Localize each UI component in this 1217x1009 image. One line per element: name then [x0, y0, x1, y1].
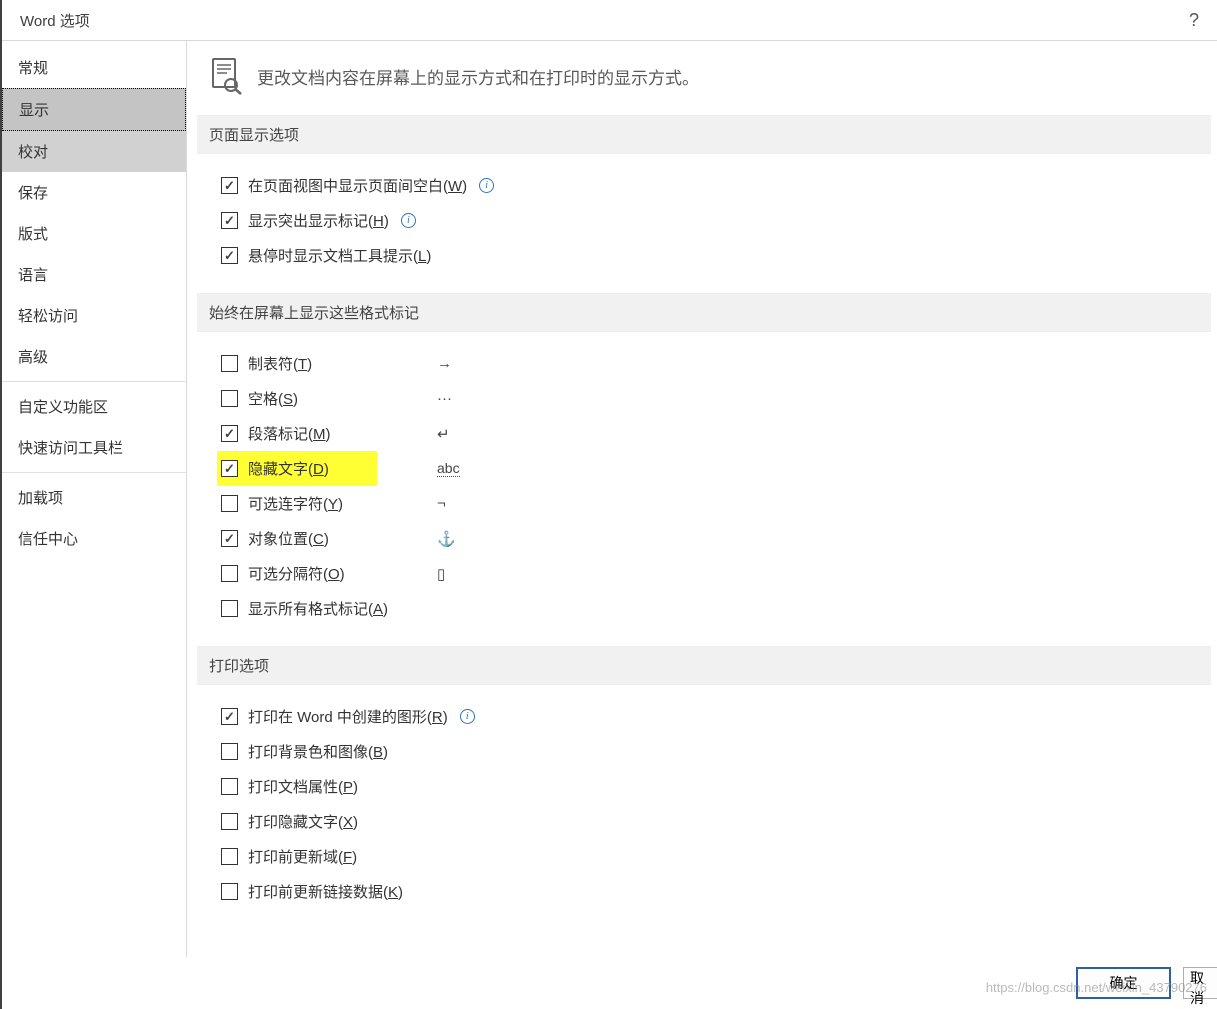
sidebar-item-addins[interactable]: 加载项 [2, 477, 186, 518]
header-description: 更改文档内容在屏幕上的显示方式和在打印时的显示方式。 [257, 64, 699, 89]
format-symbol: abc [437, 460, 460, 477]
info-icon[interactable]: i [401, 213, 416, 228]
section-header-format-marks: 始终在屏幕上显示这些格式标记 [197, 293, 1211, 332]
option-label: 打印前更新域(F) [248, 846, 357, 867]
content-panel: 更改文档内容在屏幕上的显示方式和在打印时的显示方式。 页面显示选项 在页面视图中… [187, 41, 1217, 957]
sidebar-item-display[interactable]: 显示 [2, 88, 186, 131]
option-row-show-tooltips: 悬停时显示文档工具提示(L) [217, 238, 1211, 273]
cancel-button[interactable]: 取消 [1183, 967, 1217, 999]
checkbox-show-all[interactable] [221, 600, 238, 617]
sidebar: 常规 显示 校对 保存 版式 语言 轻松访问 高级 自定义功能区 快速访问工具栏… [2, 41, 187, 957]
option-row-optional-hyphen: 可选连字符(Y) ¬ [217, 486, 1211, 521]
checkbox-optional-hyphen[interactable] [221, 495, 238, 512]
option-label: 打印隐藏文字(X) [248, 811, 358, 832]
checkbox-print-drawings[interactable] [221, 708, 238, 725]
option-row-update-links: 打印前更新链接数据(K) [217, 874, 1211, 909]
header-description-row: 更改文档内容在屏幕上的显示方式和在打印时的显示方式。 [197, 57, 1211, 115]
option-label: 打印背景色和图像(B) [248, 741, 388, 762]
print-options: 打印在 Word 中创建的图形(R) i 打印背景色和图像(B) 打印文档属性(P) 打… [197, 699, 1211, 929]
sidebar-item-save[interactable]: 保存 [2, 172, 186, 213]
option-row-print-properties: 打印文档属性(P) [217, 769, 1211, 804]
checkbox-paragraph[interactable] [221, 425, 238, 442]
checkbox-space[interactable] [221, 390, 238, 407]
word-options-dialog: Word 选项 ? 常规 显示 校对 保存 版式 语言 轻松访问 高级 自定义功… [0, 0, 1217, 1009]
option-row-space: 空格(S) ··· [217, 381, 1211, 416]
option-label: 显示所有格式标记(A) [248, 598, 388, 619]
format-symbol: ⚓ [437, 530, 456, 548]
option-label: 打印文档属性(P) [248, 776, 358, 797]
option-label: 可选分隔符(O) [248, 563, 345, 584]
checkbox-show-whitespace[interactable] [221, 177, 238, 194]
title-bar: Word 选项 ? [2, 0, 1217, 40]
sidebar-item-layout[interactable]: 版式 [2, 213, 186, 254]
format-symbol: ↵ [437, 425, 450, 443]
sidebar-item-quick-access[interactable]: 快速访问工具栏 [2, 427, 186, 468]
page-display-options: 在页面视图中显示页面间空白(W) i 显示突出显示标记(H) i 悬停时显示文档工具提示… [197, 168, 1211, 293]
sidebar-item-trust-center[interactable]: 信任中心 [2, 518, 186, 559]
option-row-print-background: 打印背景色和图像(B) [217, 734, 1211, 769]
checkbox-optional-break[interactable] [221, 565, 238, 582]
info-icon[interactable]: i [479, 178, 494, 193]
ok-button[interactable]: 确定 [1076, 967, 1171, 999]
format-marks-options: 制表符(T)→空格(S)···段落标记(M)↵隐藏文字(D)abc可选连字符(Y… [197, 346, 1211, 646]
checkbox-update-links[interactable] [221, 883, 238, 900]
option-row-show-all: 显示所有格式标记(A) [217, 591, 1211, 626]
format-symbol: → [437, 355, 452, 372]
option-label: 打印在 Word 中创建的图形(R) [248, 706, 448, 727]
sidebar-item-customize-ribbon[interactable]: 自定义功能区 [2, 386, 186, 427]
sidebar-item-language[interactable]: 语言 [2, 254, 186, 295]
section-header-print: 打印选项 [197, 646, 1211, 685]
sidebar-item-advanced[interactable]: 高级 [2, 336, 186, 377]
format-symbol: ▯ [437, 565, 445, 583]
checkbox-object-anchor[interactable] [221, 530, 238, 547]
option-row-paragraph: 段落标记(M) ↵ [217, 416, 1211, 451]
dialog-body: 常规 显示 校对 保存 版式 语言 轻松访问 高级 自定义功能区 快速访问工具栏… [2, 40, 1217, 957]
page-preview-icon [209, 57, 243, 95]
dialog-footer: 确定 取消 [2, 957, 1217, 1009]
sidebar-separator [2, 381, 186, 382]
option-label: 在页面视图中显示页面间空白(W) [248, 175, 467, 196]
option-label: 对象位置(C) [248, 528, 329, 549]
dialog-title: Word 选项 [20, 10, 90, 31]
option-row-print-drawings: 打印在 Word 中创建的图形(R) i [217, 699, 1211, 734]
option-row-print-hidden: 打印隐藏文字(X) [217, 804, 1211, 839]
option-label: 制表符(T) [248, 353, 312, 374]
option-row-hidden-text: 隐藏文字(D)abc [217, 451, 377, 486]
option-label: 空格(S) [248, 388, 298, 409]
option-row-optional-break: 可选分隔符(O) ▯ [217, 556, 1211, 591]
checkbox-show-tooltips[interactable] [221, 247, 238, 264]
help-icon[interactable]: ? [1189, 10, 1199, 31]
option-label: 显示突出显示标记(H) [248, 210, 389, 231]
option-row-update-fields: 打印前更新域(F) [217, 839, 1211, 874]
option-row-object-anchor: 对象位置(C) ⚓ [217, 521, 1211, 556]
checkbox-print-properties[interactable] [221, 778, 238, 795]
option-row-tab: 制表符(T) → [217, 346, 1211, 381]
section-header-page-display: 页面显示选项 [197, 115, 1211, 154]
option-row-show-highlight: 显示突出显示标记(H) i [217, 203, 1211, 238]
sidebar-item-general[interactable]: 常规 [2, 47, 186, 88]
checkbox-print-background[interactable] [221, 743, 238, 760]
checkbox-show-highlight[interactable] [221, 212, 238, 229]
option-label: 隐藏文字(D) [248, 458, 329, 479]
info-icon[interactable]: i [460, 709, 475, 724]
option-row-show-whitespace: 在页面视图中显示页面间空白(W) i [217, 168, 1211, 203]
option-label: 悬停时显示文档工具提示(L) [248, 245, 431, 266]
sidebar-separator [2, 472, 186, 473]
checkbox-print-hidden[interactable] [221, 813, 238, 830]
checkbox-hidden-text[interactable] [221, 460, 238, 477]
sidebar-item-accessibility[interactable]: 轻松访问 [2, 295, 186, 336]
option-label: 打印前更新链接数据(K) [248, 881, 403, 902]
format-symbol: ¬ [437, 495, 446, 512]
option-label: 段落标记(M) [248, 423, 331, 444]
format-symbol: ··· [437, 390, 452, 407]
checkbox-tab[interactable] [221, 355, 238, 372]
sidebar-item-proofing[interactable]: 校对 [2, 131, 186, 172]
checkbox-update-fields[interactable] [221, 848, 238, 865]
option-label: 可选连字符(Y) [248, 493, 343, 514]
